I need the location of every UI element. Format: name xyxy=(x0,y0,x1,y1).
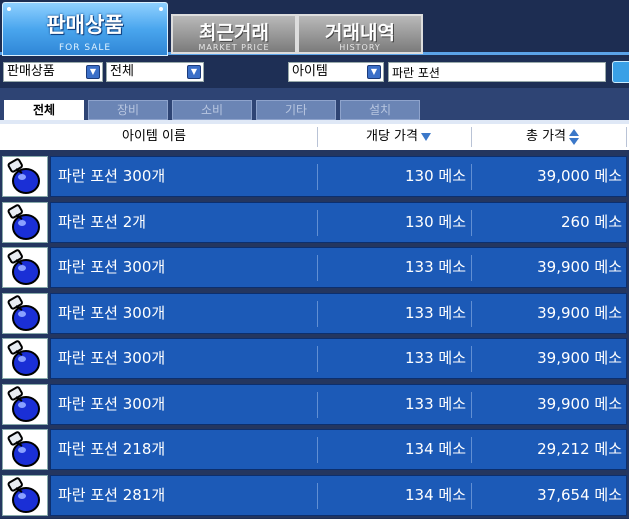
row-total-price: 39,900 메소 xyxy=(537,258,622,276)
row-unit-price: 134 메소 xyxy=(405,485,466,504)
row-item-name: 파란 포션 300개 xyxy=(58,349,166,367)
type-select[interactable]: 판매상품 ▼ xyxy=(3,62,103,82)
row-separator xyxy=(471,300,472,327)
row-unit-price: 133 메소 xyxy=(405,349,466,367)
table-row[interactable]: 파란 포션 300개 133 메소 39,900 메소 xyxy=(0,336,629,382)
blue-potion-icon xyxy=(2,474,48,516)
sort-toggle-icon[interactable] xyxy=(569,128,580,145)
col-unit-price-label: 개당 가격 xyxy=(366,129,418,144)
row-separator xyxy=(317,255,318,281)
row-separator xyxy=(471,437,472,463)
blue-potion-icon xyxy=(2,383,48,425)
row-separator xyxy=(317,209,318,236)
table-row[interactable]: 파란 포션 300개 133 메소 39,900 메소 xyxy=(0,245,629,291)
table-row[interactable]: 파란 포션 218개 134 메소 29,212 메소 xyxy=(0,427,629,473)
tab-market-price-label: 최근거래 xyxy=(199,22,269,44)
table-row[interactable]: 파란 포션 300개 133 메소 39,900 메소 xyxy=(0,382,629,428)
row-total-price: 29,212 메소 xyxy=(537,440,622,458)
search-field-select[interactable]: 아이템 ▼ xyxy=(288,62,384,82)
row-unit-price: 134 메소 xyxy=(405,440,466,458)
item-list-panel: 전체 장비 소비 기타 설치 아이템 이름 개당 가격 총 가격 파란 포션 3… xyxy=(0,88,629,518)
row-total-price: 39,000 메소 xyxy=(537,167,622,185)
tab-history[interactable]: 거래내역 HISTORY xyxy=(297,14,423,54)
search-button[interactable] xyxy=(612,61,629,83)
market-tab-strip: 판매상품 FOR SALE 최근거래 MARKET PRICE 거래내역 HIS… xyxy=(0,0,629,58)
type-select-value: 판매상품 xyxy=(7,64,55,79)
row-separator xyxy=(317,346,318,372)
tab-market-price-sublabel: MARKET PRICE xyxy=(198,43,270,52)
tab-history-sublabel: HISTORY xyxy=(339,43,381,52)
blue-potion-icon xyxy=(2,292,48,334)
col-separator xyxy=(626,127,627,147)
table-row[interactable]: 파란 포션 2개 130 메소 260 메소 xyxy=(0,200,629,246)
table-row[interactable]: 파란 포션 281개 134 메소 37,654 메소 xyxy=(0,473,629,519)
tab-for-sale-label: 판매상품 xyxy=(46,13,124,37)
category-subtabs: 전체 장비 소비 기타 설치 xyxy=(0,88,629,124)
tab-for-sale-sublabel: FOR SALE xyxy=(58,43,112,53)
table-row[interactable]: 파란 포션 300개 133 메소 39,900 메소 xyxy=(0,291,629,337)
item-rows: 파란 포션 300개 130 메소 39,000 메소 파란 포션 2개 130… xyxy=(0,154,629,518)
chevron-down-icon[interactable]: ▼ xyxy=(86,65,100,79)
row-total-price: 39,900 메소 xyxy=(537,303,622,322)
subtab-use[interactable]: 소비 xyxy=(172,100,252,120)
col-total-price[interactable]: 총 가격 xyxy=(526,124,580,150)
row-separator xyxy=(471,209,472,236)
tab-for-sale[interactable]: 판매상품 FOR SALE xyxy=(2,2,168,56)
row-separator xyxy=(317,482,318,509)
blue-potion-icon xyxy=(2,247,48,288)
row-unit-price: 133 메소 xyxy=(405,303,466,322)
col-unit-price[interactable]: 개당 가격 xyxy=(366,124,431,150)
tab-history-label: 거래내역 xyxy=(325,22,395,44)
row-separator xyxy=(471,255,472,281)
row-item-name: 파란 포션 281개 xyxy=(58,485,166,504)
row-total-price: 39,900 메소 xyxy=(537,394,622,413)
row-separator xyxy=(471,391,472,418)
row-separator xyxy=(317,437,318,463)
row-separator xyxy=(317,391,318,418)
row-separator xyxy=(317,164,318,190)
subtab-all[interactable]: 전체 xyxy=(4,100,84,120)
col-separator xyxy=(317,127,318,147)
tab-market-price[interactable]: 최근거래 MARKET PRICE xyxy=(171,14,297,54)
table-row[interactable]: 파란 포션 300개 130 메소 39,000 메소 xyxy=(0,154,629,200)
col-total-price-label: 총 가격 xyxy=(526,129,567,144)
col-item-name[interactable]: 아이템 이름 xyxy=(122,124,186,150)
search-field-select-value: 아이템 xyxy=(292,64,328,79)
row-item-name: 파란 포션 300개 xyxy=(58,303,166,322)
row-unit-price: 133 메소 xyxy=(405,258,466,276)
blue-potion-icon xyxy=(2,201,48,243)
column-header: 아이템 이름 개당 가격 총 가격 xyxy=(0,124,629,150)
row-separator xyxy=(317,300,318,327)
row-unit-price: 133 메소 xyxy=(405,394,466,413)
row-separator xyxy=(471,346,472,372)
row-item-name: 파란 포션 2개 xyxy=(58,212,147,231)
sort-down-icon[interactable] xyxy=(420,132,431,141)
chevron-down-icon[interactable]: ▼ xyxy=(367,65,381,79)
blue-potion-icon xyxy=(2,429,48,470)
category-select-value: 전체 xyxy=(110,64,134,79)
row-item-name: 파란 포션 300개 xyxy=(58,258,166,276)
row-total-price: 39,900 메소 xyxy=(537,349,622,367)
subtab-etc[interactable]: 기타 xyxy=(256,100,336,120)
row-unit-price: 130 메소 xyxy=(405,167,466,185)
row-unit-price: 130 메소 xyxy=(405,212,466,231)
blue-potion-icon xyxy=(2,338,48,379)
row-item-name: 파란 포션 218개 xyxy=(58,440,166,458)
chevron-down-icon[interactable]: ▼ xyxy=(187,65,201,79)
row-item-name: 파란 포션 300개 xyxy=(58,167,166,185)
category-select[interactable]: 전체 ▼ xyxy=(106,62,204,82)
filter-row: 판매상품 ▼ 전체 ▼ 아이템 ▼ xyxy=(0,58,629,86)
row-total-price: 260 메소 xyxy=(561,212,622,231)
row-separator xyxy=(471,164,472,190)
subtab-equip[interactable]: 장비 xyxy=(88,100,168,120)
subtab-setup[interactable]: 설치 xyxy=(340,100,420,120)
search-input[interactable] xyxy=(388,62,606,82)
row-separator xyxy=(471,482,472,509)
row-item-name: 파란 포션 300개 xyxy=(58,394,166,413)
blue-potion-icon xyxy=(2,156,48,197)
col-separator xyxy=(471,127,472,147)
row-total-price: 37,654 메소 xyxy=(537,485,622,504)
